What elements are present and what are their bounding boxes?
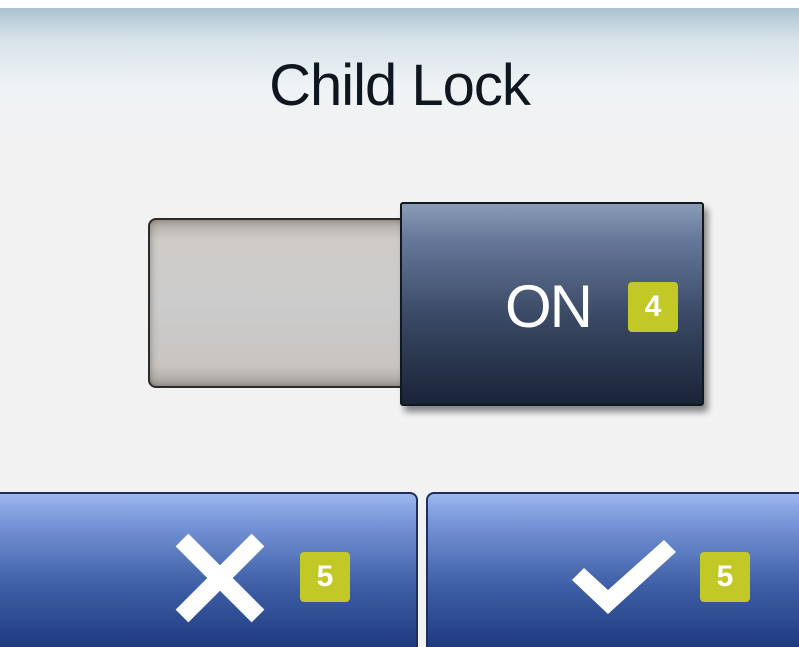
close-icon: [175, 533, 265, 623]
cancel-button[interactable]: 5: [0, 492, 418, 647]
child-lock-toggle-knob[interactable]: ON 4: [400, 202, 704, 406]
confirm-button[interactable]: 5: [426, 492, 799, 647]
child-lock-toggle-track[interactable]: [148, 218, 420, 388]
button-divider: [418, 492, 426, 647]
checkmark-icon: [572, 540, 676, 614]
page-title: Child Lock: [269, 53, 531, 118]
child-lock-screen: Child Lock ON 4 5 5: [0, 0, 799, 647]
toggle-step-badge: 4: [628, 282, 678, 332]
confirm-step-badge: 5: [700, 552, 750, 602]
toggle-state-label: ON: [505, 273, 593, 340]
cancel-step-badge: 5: [300, 552, 350, 602]
